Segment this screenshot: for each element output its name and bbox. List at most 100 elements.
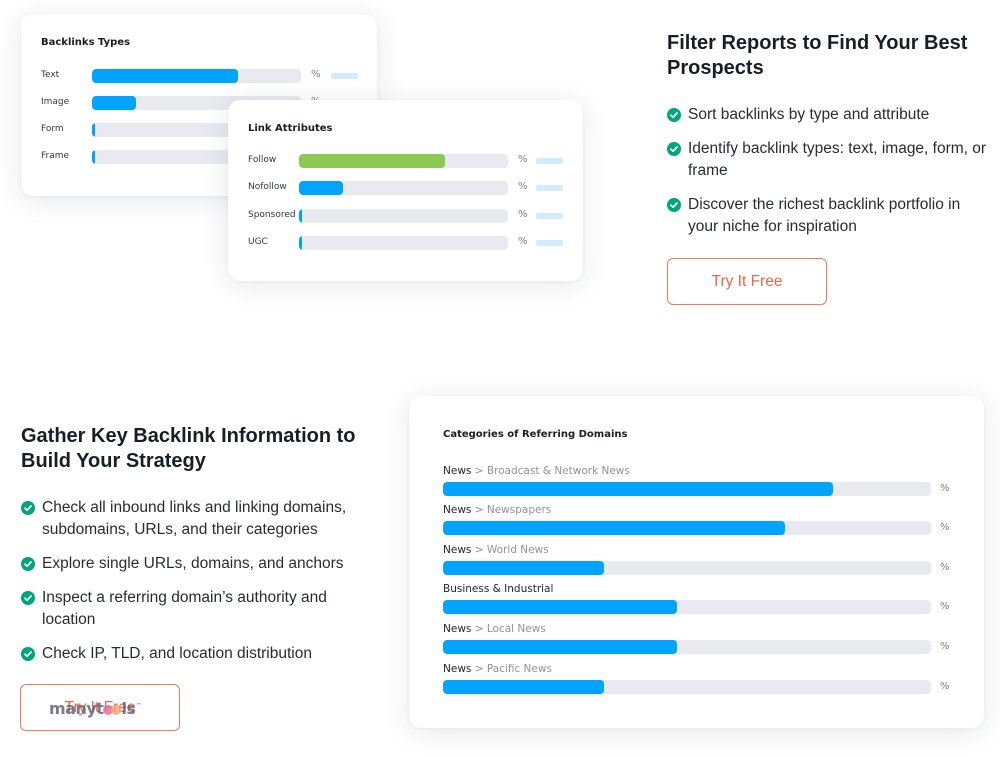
percent-label: %: [940, 601, 950, 612]
feature-item: Inspect a referring domain’s authority a…: [21, 587, 371, 631]
category-row: News > Newspapers %: [443, 504, 963, 538]
check-circle-icon: [667, 198, 681, 212]
row-label: UGC: [248, 237, 268, 247]
bar-fill: [443, 680, 605, 694]
bar-row: UGC %: [228, 236, 583, 250]
category-sub: > Broadcast & Network News: [471, 465, 630, 477]
row-label: Sponsored: [248, 210, 296, 220]
category-row: News > Pacific News %: [443, 663, 963, 697]
bar-fill: [92, 96, 136, 110]
category-label: News > Broadcast & Network News: [443, 465, 630, 477]
bar-track: [299, 154, 508, 168]
feature-item: Sort backlinks by type and attribute: [667, 104, 987, 126]
bar-row: Text %: [21, 69, 377, 83]
bar-fill: [443, 561, 605, 575]
categories-card: Categories of Referring Domains News > B…: [409, 396, 984, 728]
category-row: News > World News %: [443, 544, 963, 578]
row-label: Text: [41, 70, 60, 80]
row-label: Frame: [41, 151, 70, 161]
card-title: Categories of Referring Domains: [443, 429, 628, 440]
category-sub: > World News: [471, 544, 549, 556]
feature-text: Check IP, TLD, and location distribution: [42, 645, 312, 662]
bar-track: [443, 521, 931, 535]
bar-track: [443, 680, 931, 694]
category-main: News: [443, 504, 472, 516]
bar-row: Nofollow %: [228, 181, 583, 195]
check-circle-icon: [21, 501, 35, 515]
card-title: Backlinks Types: [41, 37, 131, 48]
bar-fill: [443, 482, 834, 496]
category-sub: > Newspapers: [471, 504, 552, 516]
feature-text: Inspect a referring domain’s authority a…: [42, 589, 327, 628]
section-heading-gather: Gather Key Backlink Information to Build…: [21, 425, 356, 472]
category-row: News > Broadcast & Network News %: [443, 465, 963, 499]
feature-text: Identify backlink types: text, image, fo…: [688, 140, 987, 179]
check-circle-icon: [667, 142, 681, 156]
percent-value-placeholder: [331, 73, 358, 79]
percent-value-placeholder: [536, 213, 563, 219]
percent-value-placeholder: [536, 240, 563, 246]
bar-track: [443, 640, 931, 654]
bar-row: Sponsored %: [228, 209, 583, 223]
bar-fill: [443, 521, 785, 535]
feature-item: Discover the richest backlink portfolio …: [667, 194, 987, 238]
bar-fill: [299, 209, 303, 223]
check-circle-icon: [21, 647, 35, 661]
percent-value-placeholder: [536, 185, 563, 191]
try-it-free-button[interactable]: Try It Free: [20, 684, 180, 731]
bar-track: [299, 181, 508, 195]
percent-label: %: [940, 562, 950, 573]
percent-label: %: [518, 181, 528, 192]
feature-item: Check all inbound links and linking doma…: [21, 497, 371, 541]
bar-fill: [299, 154, 446, 168]
bar-fill: [443, 600, 678, 614]
category-label: News > Pacific News: [443, 663, 552, 675]
category-label: News > Newspapers: [443, 504, 551, 516]
feature-item: Identify backlink types: text, image, fo…: [667, 138, 987, 182]
category-main: Business & Industrial: [443, 583, 554, 595]
feature-item: Explore single URLs, domains, and anchor…: [21, 553, 371, 575]
row-label: Nofollow: [248, 182, 287, 192]
percent-value-placeholder: [536, 158, 563, 164]
category-main: News: [443, 623, 472, 635]
category-main: News: [443, 465, 472, 477]
category-label: News > Local News: [443, 623, 546, 635]
check-circle-icon: [21, 557, 35, 571]
bar-fill: [92, 123, 96, 137]
percent-label: %: [940, 522, 950, 533]
bar-track: [443, 600, 931, 614]
category-label: Business & Industrial: [443, 583, 553, 595]
percent-label: %: [311, 69, 321, 80]
section-heading-filter: Filter Reports to Find Your Best Prospec…: [667, 32, 968, 79]
feature-text: Explore single URLs, domains, and anchor…: [42, 555, 344, 572]
feature-text: Sort backlinks by type and attribute: [688, 106, 930, 123]
row-label: Image: [41, 97, 70, 107]
bar-track: [443, 482, 931, 496]
try-it-free-button[interactable]: Try It Free: [667, 258, 827, 305]
category-main: News: [443, 544, 472, 556]
row-label: Follow: [248, 155, 277, 165]
category-label: News > World News: [443, 544, 549, 556]
category-sub: > Pacific News: [471, 663, 552, 675]
bar-fill: [299, 181, 343, 195]
category-sub: > Local News: [471, 623, 546, 635]
row-label: Form: [41, 124, 64, 134]
bar-row: Follow %: [228, 154, 583, 168]
percent-label: %: [518, 209, 528, 220]
bar-fill: [299, 236, 303, 250]
check-circle-icon: [667, 108, 681, 122]
percent-label: %: [518, 154, 528, 165]
bar-fill: [92, 150, 96, 164]
percent-label: %: [940, 641, 950, 652]
percent-label: %: [940, 483, 950, 494]
percent-label: %: [940, 681, 950, 692]
category-row: News > Local News %: [443, 623, 963, 657]
check-circle-icon: [21, 591, 35, 605]
feature-text: Check all inbound links and linking doma…: [42, 499, 347, 538]
bar-track: [299, 236, 508, 250]
feature-text: Discover the richest backlink portfolio …: [688, 196, 961, 235]
bar-fill: [92, 69, 239, 83]
feature-list-gather: Check all inbound links and linking doma…: [21, 497, 371, 677]
bar-track: [299, 209, 508, 223]
bar-fill: [443, 640, 678, 654]
